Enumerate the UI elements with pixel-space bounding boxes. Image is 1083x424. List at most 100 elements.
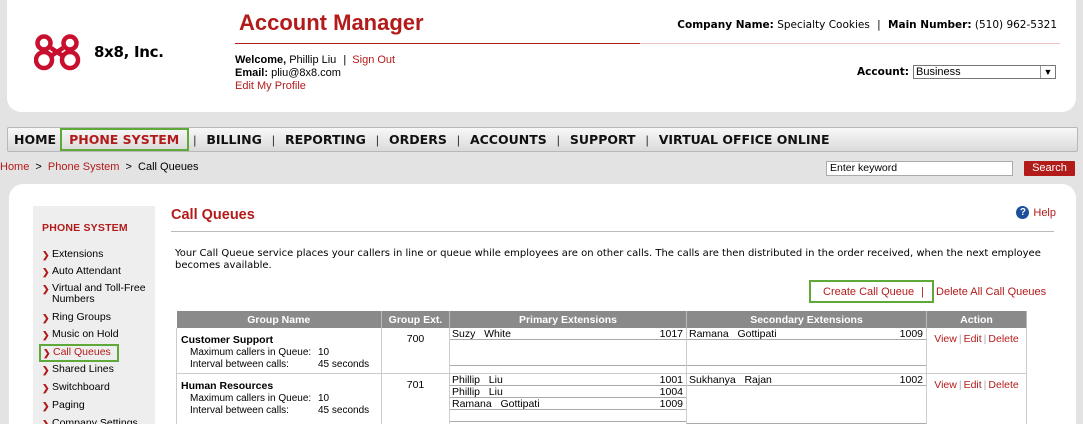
title-divider xyxy=(235,43,640,44)
max-callers: Maximum callers in Queue: 10 xyxy=(181,393,377,405)
breadcrumb: Home > Phone System > Call Queues xyxy=(0,161,199,173)
nav-item-phone-system[interactable]: PHONE SYSTEM xyxy=(60,128,190,151)
8x8-logo-icon xyxy=(34,34,81,71)
chevron-right-icon: ❯ xyxy=(42,330,50,340)
create-call-queue-label[interactable]: Create Call Queue xyxy=(823,286,914,298)
chevron-right-icon: ❯ xyxy=(42,401,50,411)
sidebar-item-ring-groups[interactable]: ❯ Ring Groups xyxy=(42,312,111,324)
extension-member-name: Phillip Liu xyxy=(452,374,503,386)
group-name-cell: Customer Support Maximum callers in Queue… xyxy=(176,328,382,374)
primary-extensions-cell: Phillip Liu 1001 Phillip Liu 1004 Ramana Got… xyxy=(449,373,687,424)
chevron-down-icon[interactable]: ▼ xyxy=(1040,66,1055,78)
sidebar-item-label: Virtual and Toll-Free Numbers xyxy=(52,282,146,305)
welcome-separator: | xyxy=(343,54,347,66)
nav-separator: | xyxy=(193,132,197,147)
sidebar-item-virtual-and-toll-free-numbers[interactable]: ❯ Virtual and Toll-Free Numbers xyxy=(42,283,152,305)
sidebar-item-paging[interactable]: ❯ Paging xyxy=(42,400,85,412)
group-ext: 701 xyxy=(381,373,450,424)
account-select-value: Business xyxy=(916,66,961,78)
user-name: Phillip Liu xyxy=(289,54,337,66)
action-cell: View | Edit | Delete xyxy=(926,373,1027,424)
nav-separator: | xyxy=(556,132,560,147)
search-button[interactable]: Search xyxy=(1024,161,1075,176)
extension-member-name: Suzy White xyxy=(452,328,511,340)
chevron-right-icon: ❯ xyxy=(42,419,50,424)
company-info: Company Name: Specialty Cookies | Main N… xyxy=(677,19,1057,31)
delete-action-link[interactable]: Delete xyxy=(988,333,1018,345)
sidebar-item-auto-attendant[interactable]: ❯ Auto Attendant xyxy=(42,266,121,278)
view-action-link[interactable]: View xyxy=(934,333,957,345)
edit-action-link[interactable]: Edit xyxy=(964,379,982,391)
email-value: pliu@8x8.com xyxy=(271,67,341,79)
table-header-row: Group Name Group Ext. Primary Extensions… xyxy=(176,311,1027,328)
content-panel: PHONE SYSTEM ❯ Extensions ❯ Auto Attendant ❯… xyxy=(9,184,1076,424)
column-header-action: Action xyxy=(926,311,1027,328)
help-label[interactable]: Help xyxy=(1033,207,1056,219)
sidebar-item-extensions[interactable]: ❯ Extensions xyxy=(42,249,103,261)
queue-actions: Create Call Queue | Delete All Call Queu… xyxy=(809,280,1046,303)
call-queue-table: Group Name Group Ext. Primary Extensions… xyxy=(176,311,1027,424)
sidebar-item-company-settings[interactable]: ❯ Company Settings xyxy=(42,418,138,424)
extension-member-name: Phillip Liu xyxy=(452,386,503,398)
chevron-right-icon: ❯ xyxy=(42,284,50,294)
company-name-label: Company Name: xyxy=(677,19,774,31)
search-input[interactable]: Enter keyword xyxy=(826,161,1013,176)
sidebar-item-call-queues[interactable]: ❯ Call Queues xyxy=(39,344,119,362)
account-select[interactable]: Business ▼ xyxy=(913,65,1056,79)
column-header-group-ext: Group Ext. xyxy=(381,311,450,328)
extension-empty-row xyxy=(450,340,686,366)
edit-profile-link[interactable]: Edit My Profile xyxy=(235,80,306,92)
max-callers-value: 10 xyxy=(318,347,330,358)
nav-item-billing[interactable]: BILLING xyxy=(206,132,261,147)
main-nav: HOME|PHONE SYSTEM|BILLING|REPORTING|ORDE… xyxy=(7,127,1078,152)
sign-out-link[interactable]: Sign Out xyxy=(352,54,395,66)
chevron-right-icon: ❯ xyxy=(42,267,50,277)
help-link[interactable]: ? Help xyxy=(1016,206,1056,219)
edit-action-link[interactable]: Edit xyxy=(964,333,982,345)
create-call-queue-button[interactable]: Create Call Queue | xyxy=(809,280,935,303)
company-info-separator: | xyxy=(877,19,881,31)
secondary-extension-row: Ramana Gottipati 1009 xyxy=(687,328,926,340)
call-interval-value: 45 seconds xyxy=(318,359,370,370)
nav-item-home[interactable]: HOME xyxy=(14,132,56,147)
help-icon[interactable]: ? xyxy=(1016,206,1030,219)
max-callers-label: Maximum callers in Queue: xyxy=(190,347,312,358)
view-action-link[interactable]: View xyxy=(934,379,957,391)
call-interval-label: Interval between calls: xyxy=(190,359,289,370)
nav-item-orders[interactable]: ORDERS xyxy=(389,132,447,147)
company-logo[interactable]: 8x8, Inc. xyxy=(34,32,164,72)
chevron-right-icon: ❯ xyxy=(42,250,50,260)
nav-separator: | xyxy=(271,132,275,147)
action-separator: | xyxy=(983,333,987,345)
delete-all-call-queues-link[interactable]: Delete All Call Queues xyxy=(936,286,1046,298)
nav-item-accounts[interactable]: ACCOUNTS xyxy=(470,132,547,147)
header: 8x8, Inc. Account Manager Company Name: … xyxy=(7,0,1076,112)
nav-item-reporting[interactable]: REPORTING xyxy=(285,132,366,147)
sidebar-item-music-on-hold[interactable]: ❯ Music on Hold xyxy=(42,329,119,341)
action-separator: | xyxy=(958,379,962,391)
nav-item-virtual-office-online[interactable]: VIRTUAL OFFICE ONLINE xyxy=(659,132,830,147)
primary-extension-row: Suzy White 1017 xyxy=(450,328,686,340)
nav-item-support[interactable]: SUPPORT xyxy=(570,132,636,147)
welcome-label: Welcome, xyxy=(235,54,287,66)
sidebar-item-switchboard[interactable]: ❯ Switchboard xyxy=(42,382,110,394)
group-name: Human Resources xyxy=(181,380,274,392)
app-title: Account Manager xyxy=(239,10,424,35)
nav-separator: | xyxy=(375,132,380,147)
account-selector: Account: Business ▼ xyxy=(857,65,1056,79)
primary-extension-row: Phillip Liu 1001 xyxy=(450,374,686,386)
breadcrumb-home-link[interactable]: Home xyxy=(0,161,29,173)
breadcrumb-phone-system-link[interactable]: Phone System xyxy=(48,161,120,173)
company-logo-text: 8x8, Inc. xyxy=(94,43,164,61)
extension-empty-row xyxy=(687,340,926,366)
sidebar-item-shared-lines[interactable]: ❯ Shared Lines xyxy=(42,364,114,376)
call-interval: Interval between calls: 45 seconds xyxy=(181,405,377,417)
sidebar-item-label: Music on Hold xyxy=(52,328,119,340)
group-name-cell: Human Resources Maximum callers in Queue:… xyxy=(176,373,382,424)
delete-action-link[interactable]: Delete xyxy=(988,379,1018,391)
extension-number: 1009 xyxy=(899,328,923,340)
sidebar-title: PHONE SYSTEM xyxy=(42,222,128,234)
sidebar-item-label: Shared Lines xyxy=(52,363,114,375)
sidebar-item-label: Company Settings xyxy=(52,417,138,424)
action-separator: | xyxy=(983,379,987,391)
